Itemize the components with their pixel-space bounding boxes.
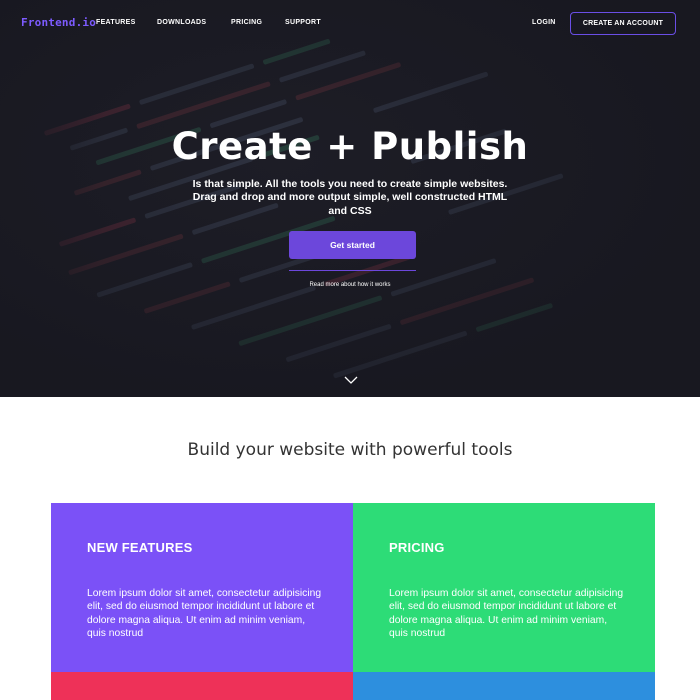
nav-link-pricing[interactable]: PRICING <box>231 19 262 26</box>
section-title: Build your website with powerful tools <box>187 440 513 460</box>
hero-subtitle: Is that simple. All the tools you need t… <box>192 178 508 217</box>
nav-link-downloads[interactable]: DOWNLOADS <box>157 19 206 26</box>
feature-card-pricing[interactable]: PRICING Lorem ipsum dolor sit amet, cons… <box>353 503 655 672</box>
top-navbar: Frontend.io FEATURES DOWNLOADS PRICING S… <box>0 0 700 48</box>
nav-link-features[interactable]: FEATURES <box>96 19 136 26</box>
get-started-button[interactable]: Get started <box>289 231 416 259</box>
card-text: Lorem ipsum dolor sit amet, consectetur … <box>389 588 624 639</box>
nav-link-support[interactable]: SUPPORT <box>285 19 321 26</box>
read-more-link[interactable]: Read more about how it works <box>0 282 700 288</box>
brand-logo[interactable]: Frontend.io <box>21 16 96 29</box>
card-title: PRICING <box>389 540 445 555</box>
create-account-button[interactable]: CREATE AN ACCOUNT <box>570 12 676 35</box>
feature-card-blue[interactable] <box>353 672 655 700</box>
login-link[interactable]: LOGIN <box>532 19 556 26</box>
card-title: NEW FEATURES <box>87 540 193 555</box>
card-text: Lorem ipsum dolor sit amet, consectetur … <box>87 588 322 639</box>
feature-card-new-features[interactable]: NEW FEATURES Lorem ipsum dolor sit amet,… <box>51 503 353 672</box>
divider-line <box>289 270 416 271</box>
feature-card-red[interactable] <box>51 672 353 700</box>
chevron-down-icon[interactable] <box>343 374 359 386</box>
hero-title: Create + Publish <box>171 125 529 168</box>
